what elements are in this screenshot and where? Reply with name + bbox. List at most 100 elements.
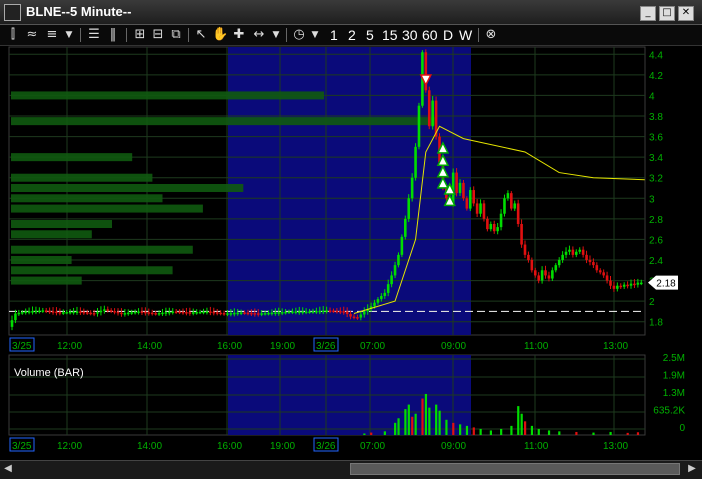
- price-axis-label: 3.2: [649, 174, 663, 185]
- candle-body: [486, 218, 489, 230]
- candle-body: [592, 262, 595, 266]
- candle-body: [489, 224, 493, 230]
- candle-body: [407, 198, 411, 219]
- volume-bar: [424, 393, 428, 435]
- time-axis-label: 09:00: [441, 441, 466, 452]
- candle-body: [557, 260, 561, 266]
- candle-body: [540, 270, 544, 281]
- candle-body: [198, 311, 202, 314]
- time-axis-label: 12:00: [57, 341, 82, 352]
- candle-body: [410, 177, 414, 199]
- price-chart[interactable]: 4.44.243.83.63.43.232.82.62.42.221.82.5M…: [0, 0, 702, 460]
- candle-body: [547, 275, 551, 279]
- candle-body: [479, 203, 482, 214]
- premarket-session-shading: [228, 47, 471, 335]
- candle-body: [633, 283, 636, 286]
- time-axis-label: 3/25: [12, 341, 32, 352]
- volume-bar: [489, 430, 492, 435]
- volume-profile-bar: [11, 230, 92, 239]
- candle-body: [564, 251, 568, 255]
- time-axis-label: 07:00: [360, 441, 385, 452]
- volume-bar: [414, 413, 417, 435]
- candle-body: [356, 317, 359, 319]
- candle-body: [256, 313, 260, 315]
- candle-body: [209, 311, 212, 313]
- candle-body: [575, 251, 578, 255]
- candle-body: [414, 146, 417, 178]
- candle-body: [10, 320, 14, 327]
- candle-body: [598, 270, 602, 273]
- candle-body: [150, 312, 154, 315]
- candle-body: [171, 311, 175, 313]
- candle-body: [503, 198, 506, 214]
- candle-body: [571, 249, 575, 255]
- candle-body: [144, 311, 147, 314]
- candle-body: [147, 312, 151, 314]
- candle-body: [352, 316, 356, 319]
- candle-body: [92, 313, 96, 315]
- candle-body: [417, 105, 421, 147]
- scrollbar-thumb[interactable]: [350, 463, 680, 475]
- candle-body: [243, 312, 246, 314]
- candle-body: [280, 312, 284, 314]
- current-price-label: 2.18: [656, 279, 676, 290]
- volume-bar: [472, 427, 475, 435]
- candle-body: [581, 249, 585, 255]
- candle-body: [612, 285, 616, 289]
- volume-profile-bar: [11, 153, 133, 162]
- candle-body: [130, 312, 133, 314]
- candle-body: [397, 254, 400, 266]
- price-axis-label: 3.4: [649, 153, 663, 164]
- volume-bar: [465, 425, 469, 435]
- candle-body: [588, 260, 592, 263]
- scroll-left-arrow-icon[interactable]: ◀: [2, 463, 14, 475]
- price-axis-label: 3: [649, 194, 655, 205]
- candle-body: [38, 310, 41, 313]
- horizontal-scrollbar[interactable]: ◀ ▶: [0, 460, 702, 479]
- candle-body: [89, 312, 92, 315]
- candle-body: [458, 182, 462, 194]
- volume-bar: [500, 428, 503, 435]
- candle-body: [585, 254, 588, 260]
- candle-body: [390, 275, 393, 285]
- candle-body: [554, 265, 558, 271]
- candle-body: [376, 299, 380, 303]
- price-axis-label: 4: [649, 91, 655, 102]
- candle-body: [219, 312, 222, 315]
- candle-body: [85, 312, 89, 314]
- volume-bar: [537, 428, 540, 435]
- candle-body: [113, 311, 116, 313]
- volume-profile-bar: [11, 117, 436, 126]
- volume-bar: [407, 404, 410, 435]
- candle-body: [455, 172, 458, 194]
- candle-body: [510, 193, 513, 209]
- time-axis-label: 11:00: [524, 341, 549, 352]
- volume-axis-label: 2.5M: [663, 353, 685, 364]
- time-axis-label: 16:00: [217, 441, 242, 452]
- volume-profile-bar: [11, 173, 153, 182]
- time-axis-label: 19:00: [270, 441, 295, 452]
- candle-body: [427, 90, 431, 127]
- scroll-right-arrow-icon[interactable]: ▶: [686, 463, 698, 475]
- time-axis-label: 3/25: [12, 441, 32, 452]
- candle-body: [551, 270, 554, 279]
- candle-body: [472, 190, 475, 204]
- candle-body: [568, 249, 571, 252]
- candle-body: [332, 310, 335, 313]
- volume-bar: [520, 413, 523, 435]
- candle-body: [544, 270, 547, 276]
- volume-bar: [421, 398, 424, 435]
- volume-bar: [575, 431, 578, 435]
- volume-bar: [459, 424, 462, 435]
- price-axis-label: 4.4: [649, 50, 663, 61]
- volume-bar: [517, 406, 520, 435]
- volume-bar: [438, 410, 441, 435]
- candle-body: [17, 312, 21, 315]
- candle-body: [475, 203, 479, 214]
- time-axis-label: 09:00: [441, 341, 466, 352]
- volume-axis-label: 1.3M: [663, 388, 685, 399]
- time-axis-label: 3/26: [316, 441, 336, 452]
- candle-body: [106, 309, 110, 311]
- volume-profile-bar: [11, 194, 163, 203]
- volume-axis-label: 635.2K: [653, 406, 685, 417]
